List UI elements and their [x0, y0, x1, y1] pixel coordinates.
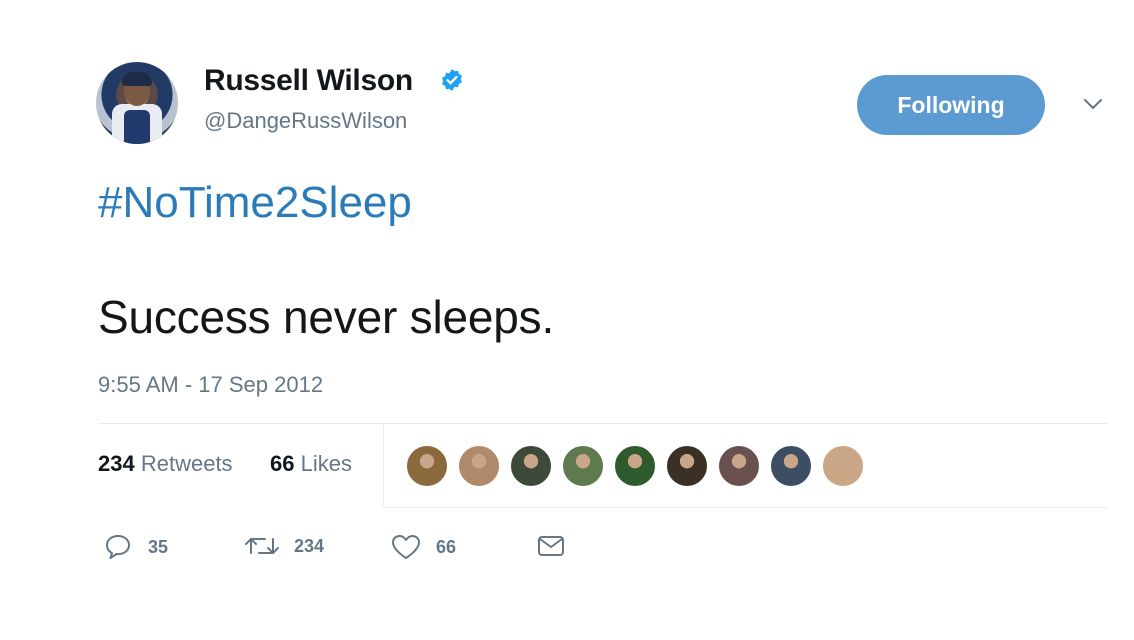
liker-avatar-7[interactable] — [717, 444, 761, 488]
heart-icon — [392, 535, 420, 559]
tweet-timestamp[interactable]: 9:55 AM - 17 Sep 2012 — [98, 372, 323, 398]
likes-stat[interactable]: 66 Likes — [270, 451, 352, 477]
likers-avatar-list — [405, 444, 873, 488]
profile-handle[interactable]: @DangeRussWilson — [204, 108, 407, 134]
like-button[interactable]: 66 — [390, 533, 456, 561]
stats-bottom-divider — [383, 507, 1108, 508]
liker-avatar-1[interactable] — [405, 444, 449, 488]
stats-top-divider — [98, 423, 1108, 424]
likes-count: 66 — [270, 451, 295, 476]
retweet-count: 234 — [294, 535, 325, 556]
likes-label: Likes — [300, 451, 352, 476]
following-button[interactable]: Following — [857, 75, 1045, 135]
direct-message-button[interactable] — [536, 533, 580, 559]
retweets-label: Retweets — [140, 451, 233, 476]
liker-avatar-6[interactable] — [665, 444, 709, 488]
profile-avatar[interactable] — [96, 62, 178, 144]
like-count: 66 — [436, 536, 457, 557]
retweets-count: 234 — [98, 451, 135, 476]
reply-icon — [106, 535, 130, 559]
reply-button[interactable]: 35 — [104, 533, 168, 561]
tweet-text: Success never sleeps. — [98, 291, 555, 343]
liker-avatar-4[interactable] — [561, 444, 605, 488]
envelope-icon — [538, 536, 564, 556]
chevron-down-icon[interactable] — [1082, 96, 1104, 112]
retweet-button[interactable]: 234 — [244, 533, 324, 559]
retweet-icon — [245, 538, 279, 554]
avatar-jersey-stripe — [124, 110, 150, 144]
reply-count: 35 — [148, 536, 169, 557]
liker-avatar-2[interactable] — [457, 444, 501, 488]
hashtag-link[interactable]: #NoTime2Sleep — [98, 178, 412, 228]
liker-avatar-8[interactable] — [769, 444, 813, 488]
liker-avatar-3[interactable] — [509, 444, 553, 488]
liker-avatar-5[interactable] — [613, 444, 657, 488]
profile-name[interactable]: Russell Wilson — [204, 64, 413, 98]
liker-avatar-9[interactable] — [821, 444, 865, 488]
avatar-cap-shape — [122, 72, 152, 86]
verified-badge-icon — [442, 69, 462, 91]
stats-vertical-divider — [383, 424, 384, 506]
retweets-stat[interactable]: 234 Retweets — [98, 451, 233, 477]
